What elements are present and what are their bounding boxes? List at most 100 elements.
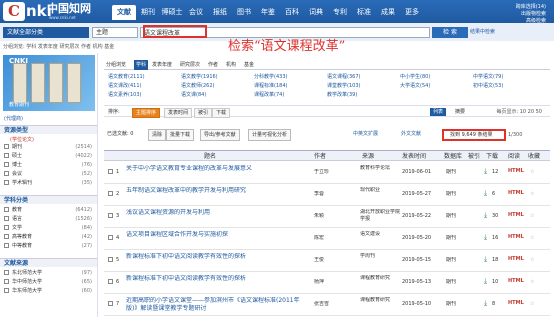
checkbox[interactable] [4, 243, 9, 248]
col-author[interactable]: 作者 [314, 151, 326, 162]
filter-item[interactable]: 华中师范大学 (65) [4, 278, 94, 287]
table-row[interactable]: 1 关于中小学语文教育专业课程的改革与发展意义 于立珍 教育科学论坛 2019-06-0… [104, 162, 550, 184]
row-checkbox[interactable] [108, 169, 113, 177]
row-title[interactable]: 近期高职的小学语文课堂——参加滨州市《语文课程标准(2011年版)》解读暨课堂教… [126, 297, 306, 313]
filter-item[interactable]: 硕士 (4022) [4, 152, 94, 161]
section-resource-type[interactable]: 资源类型 [0, 125, 97, 134]
row-source[interactable]: 现代职业 [360, 187, 402, 194]
row-checkbox[interactable] [108, 279, 113, 287]
filter-item[interactable]: 教育 (6412) [4, 206, 94, 215]
facet-item[interactable]: 语文教育(2111) [108, 73, 145, 82]
nav-tab[interactable]: 专利 [328, 5, 352, 20]
filter-item[interactable]: 会议 (52) [4, 170, 94, 179]
download-icon[interactable]: ⤓ [484, 256, 490, 263]
download-icon[interactable]: ⤓ [484, 300, 490, 307]
facet-item[interactable]: 语文素养(103) [108, 91, 141, 100]
row-source[interactable]: 学周刊 [360, 253, 402, 260]
nav-tab[interactable]: 成果 [376, 5, 400, 20]
checkbox[interactable] [4, 270, 9, 275]
html-read-icon[interactable]: HTML [508, 256, 524, 262]
sort-relevance[interactable]: 主题排序 [132, 108, 161, 118]
facet-item[interactable]: 课程标准(184) [254, 82, 287, 91]
group-tab[interactable]: 作者 [206, 60, 220, 70]
visual-analysis-button[interactable]: 计量可视化分析 [248, 129, 292, 141]
row-author[interactable]: 王俊 [314, 257, 358, 264]
nav-tab[interactable]: 百科 [280, 5, 304, 20]
nav-tab[interactable]: 年鉴 [256, 5, 280, 20]
search-button[interactable]: 检 索 [432, 27, 468, 38]
facet-item[interactable]: 中小学生(80) [400, 73, 430, 82]
favorite-icon[interactable]: ☆ [530, 169, 534, 176]
group-tab[interactable]: 学科 [134, 60, 149, 70]
row-title[interactable]: 新课程标准下初中语文阅读教学有效性的探析 [126, 253, 306, 261]
row-title[interactable]: 浅议语文课程资源的开发与利用 [126, 209, 306, 217]
checkbox[interactable] [4, 288, 9, 293]
nav-tab[interactable]: 报纸 [208, 5, 232, 20]
foreign-docs-toggle[interactable]: 外文文献 [398, 129, 424, 139]
col-date[interactable]: 发表时间 [402, 151, 426, 162]
group-tab[interactable]: 研究层次 [178, 60, 202, 70]
facet-item[interactable]: 语文课改(411) [108, 82, 141, 91]
col-cited[interactable]: 被引 [468, 151, 480, 162]
download-icon[interactable]: ⤓ [484, 168, 490, 175]
row-author[interactable]: 杨萍 [314, 279, 358, 286]
table-row[interactable]: 2 五年制语文课程改革中的教学开发与利用研究 李蓉 现代职业 2019-05-27 期刊 ⤓… [104, 184, 550, 206]
checkbox[interactable] [4, 207, 9, 212]
row-title[interactable]: 新课程标准下初中语文阅读教学有效性的探析 [126, 275, 306, 283]
publication-search-link[interactable]: 出版物检索 [516, 11, 546, 18]
row-author[interactable]: 朱颖 [314, 213, 358, 220]
col-fav[interactable]: 收藏 [528, 151, 540, 162]
sort-date[interactable]: 发表时间 [164, 108, 193, 118]
ad-banner[interactable]: CNKI 教育期刊 [3, 55, 95, 111]
checkbox[interactable] [4, 162, 9, 167]
facet-item[interactable]: 分科教学(433) [254, 73, 287, 82]
table-row[interactable]: 5 新课程标准下初中语文阅读教学有效性的探析 王俊 学周刊 2019-05-15 期刊 ⤓ 1… [104, 250, 550, 272]
checkbox[interactable] [4, 225, 9, 230]
nav-tab[interactable]: 图书 [232, 5, 256, 20]
filter-item[interactable]: 文学 (84) [4, 224, 94, 233]
abstract-view-button[interactable]: 摘要 [452, 108, 468, 116]
download-icon[interactable]: ⤓ [484, 212, 490, 219]
pager[interactable]: 1/300 [508, 131, 522, 139]
row-checkbox[interactable] [108, 301, 113, 309]
checkbox[interactable] [4, 234, 9, 239]
nav-tab[interactable]: 更多>> [400, 5, 424, 31]
row-source[interactable]: 课程教育研究 [360, 275, 402, 282]
row-author[interactable]: 于立珍 [314, 169, 358, 176]
row-checkbox[interactable] [108, 235, 113, 243]
nav-tab[interactable]: 词典 [304, 5, 328, 20]
filter-item[interactable]: 期刊 (2514) [4, 143, 94, 152]
sort-cited[interactable]: 被引 [194, 108, 213, 118]
html-read-icon[interactable]: HTML [508, 168, 524, 174]
batch-download-button[interactable]: 批量下载 [166, 129, 195, 141]
favorite-icon[interactable]: ☆ [530, 279, 534, 286]
download-icon[interactable]: ⤓ [484, 278, 490, 285]
group-tab[interactable]: 基金 [242, 60, 256, 70]
facet-item[interactable]: 语文课(84) [181, 91, 206, 100]
field-select[interactable]: 主题 [92, 27, 138, 38]
html-read-icon[interactable]: HTML [508, 234, 524, 240]
filter-item[interactable]: 语言 (1526) [4, 215, 94, 224]
row-title[interactable]: 语文项目课程区域合作开发与实施初探 [126, 231, 306, 239]
favorite-icon[interactable]: ☆ [530, 213, 534, 220]
row-source[interactable]: 教育科学论坛 [360, 165, 402, 172]
facet-item[interactable]: 语文课程(367) [327, 73, 360, 82]
row-author[interactable]: 李蓉 [314, 191, 358, 198]
row-source[interactable]: 课程教育研究 [360, 297, 402, 304]
col-downloads[interactable]: 下载 [486, 151, 498, 162]
facet-item[interactable]: 中学语文(79) [473, 73, 503, 82]
section-subject[interactable]: 学科分类 [0, 195, 97, 204]
facet-item[interactable]: 语文教学(1916) [181, 73, 218, 82]
nav-tab[interactable]: 期刊 [136, 5, 160, 20]
facet-item[interactable]: 初中语文(53) [473, 82, 503, 91]
list-view-button[interactable]: 列表 [430, 108, 447, 116]
row-checkbox[interactable] [108, 213, 113, 221]
favorite-icon[interactable]: ☆ [530, 257, 534, 264]
filter-item[interactable]: 学术辑刊 (35) [4, 179, 94, 188]
group-tab[interactable]: 发表年度 [150, 60, 174, 70]
html-read-icon[interactable]: HTML [508, 212, 524, 218]
group-tab[interactable]: 机构 [224, 60, 238, 70]
col-source[interactable]: 来源 [362, 151, 374, 162]
html-read-icon[interactable]: HTML [508, 278, 524, 284]
row-checkbox[interactable] [108, 191, 113, 199]
